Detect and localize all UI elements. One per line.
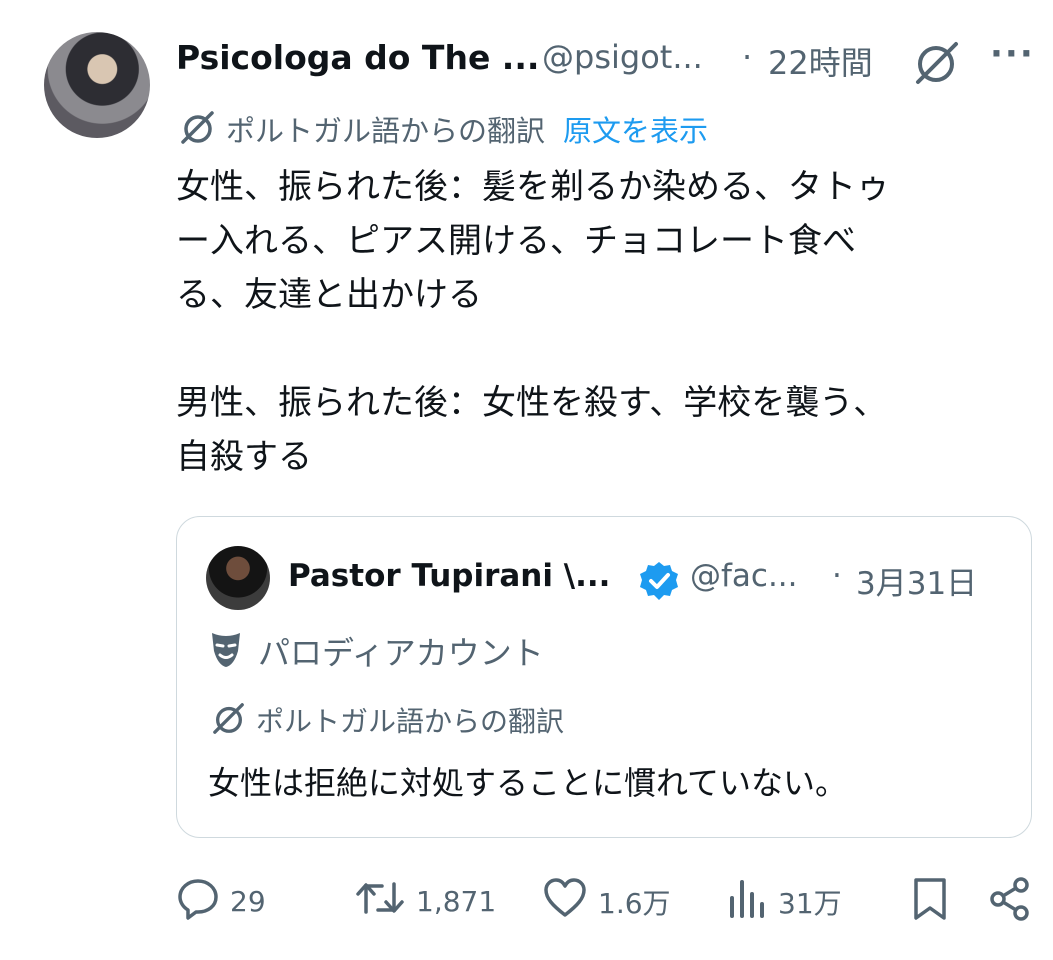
bookmark-button[interactable] [910,876,950,929]
quoted-separator-dot: · [832,558,842,594]
reply-button[interactable]: 29 [176,876,266,927]
repost-count: 1,871 [416,885,497,918]
reply-icon [176,876,220,927]
quoted-author-display-name[interactable]: Pastor Tupirani \... [288,558,610,594]
author-display-name[interactable]: Psicologa do The ... [176,38,539,77]
grok-icon[interactable] [912,40,962,90]
share-button[interactable] [988,876,1032,929]
quoted-translation-row: ポルトガル語からの翻訳 [210,700,564,740]
parody-label: パロディアカウント [258,634,544,672]
quoted-author-avatar[interactable] [206,546,270,610]
quoted-author-handle[interactable]: @fac... [690,558,798,594]
translation-label: ポルトガル語からの翻訳 [226,114,546,148]
author-avatar[interactable] [44,32,150,138]
author-handle[interactable]: @psigot... [542,38,703,76]
bookmark-icon [910,876,950,929]
share-icon [988,876,1032,929]
views-icon [726,876,768,927]
parody-row: パロディアカウント [208,628,544,674]
post-text: 女性、振られた後：髪を剃るか染める、タトゥ ー入れる、ピアス開ける、チョコレート… [176,167,890,477]
quoted-post-time[interactable]: 3月31日 [856,558,977,603]
quoted-post-text: 女性は拒絶に対処することに慣れていない。 [208,764,848,802]
show-original-link[interactable]: 原文を表示 [563,108,708,150]
reply-count: 29 [230,885,266,918]
separator-dot: · [742,38,753,76]
like-button[interactable]: 1.6万 [542,876,671,927]
views-button[interactable]: 31万 [726,876,842,927]
quoted-translation-label: ポルトガル語からの翻訳 [256,705,565,738]
repost-button[interactable]: 1,871 [354,876,496,927]
translate-icon [210,701,248,739]
verified-badge-icon [638,560,680,606]
translation-row: ポルトガル語からの翻訳 原文を表示 [178,108,708,150]
repost-icon [354,876,406,927]
post-time[interactable]: 22時間 [768,38,873,84]
like-count: 1.6万 [598,886,671,920]
like-icon [542,876,588,927]
views-count: 31万 [778,886,842,920]
translate-icon [178,109,218,149]
parody-mask-icon [208,629,244,673]
more-icon[interactable]: ··· [990,34,1035,74]
